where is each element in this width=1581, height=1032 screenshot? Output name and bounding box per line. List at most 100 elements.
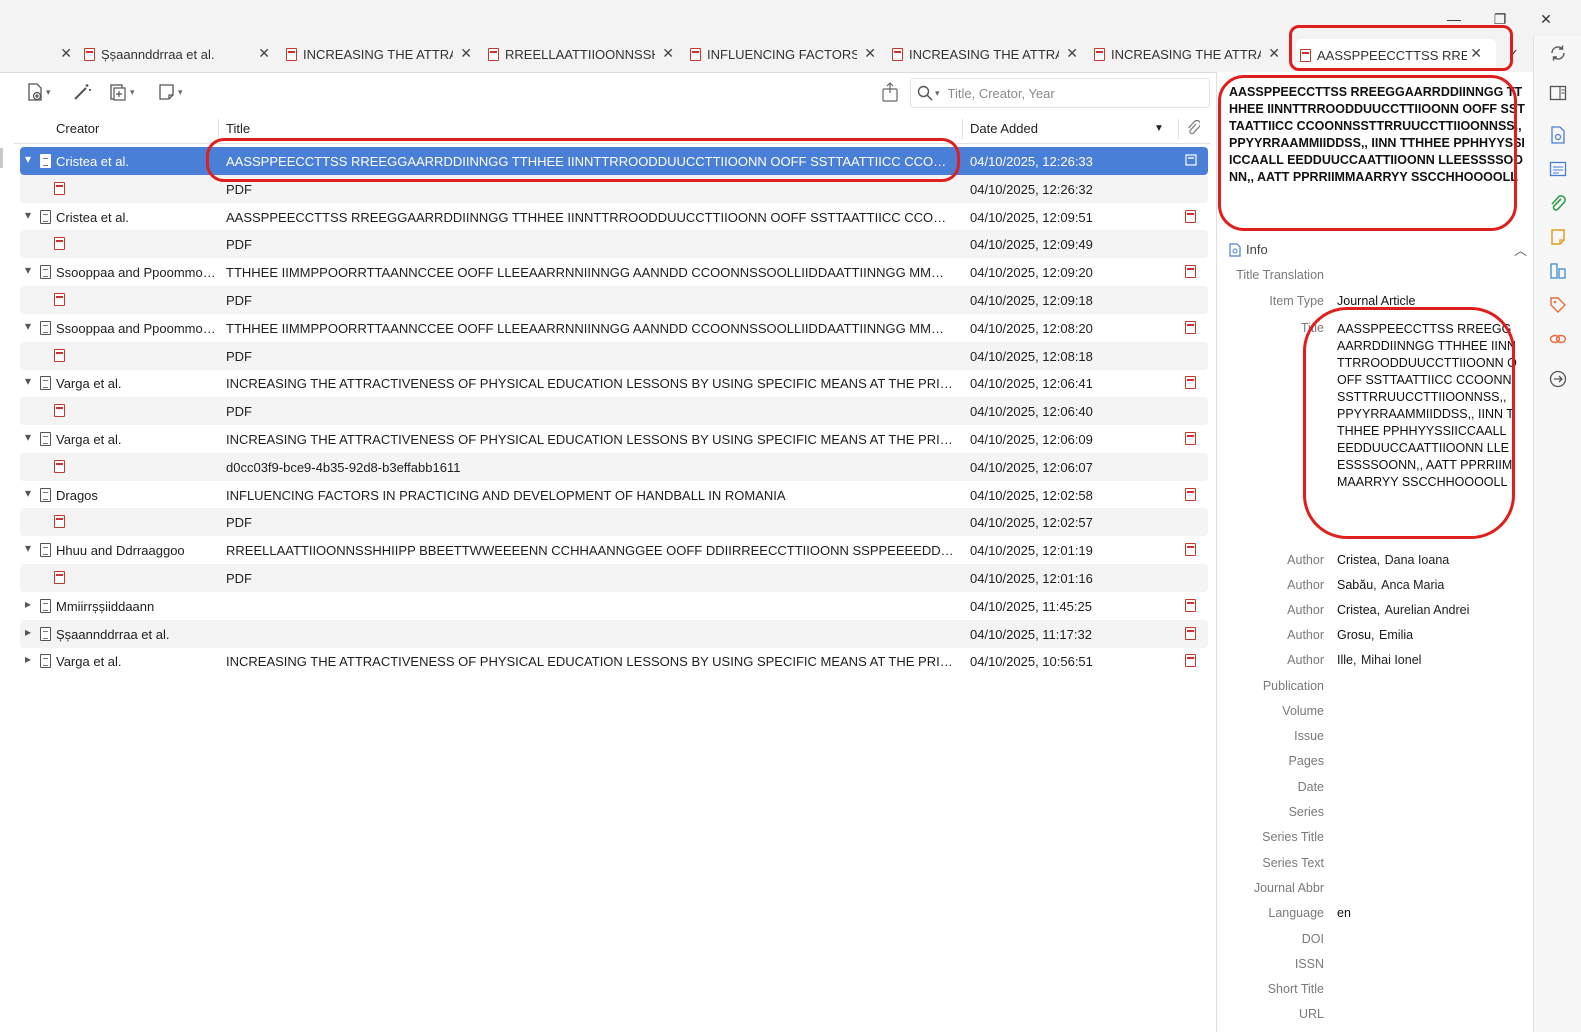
close-icon[interactable]: ✕ <box>864 45 876 62</box>
author-first-name[interactable]: Aurelian Andrei <box>1385 603 1470 617</box>
sync-attachments-button[interactable] <box>880 80 900 104</box>
author-last-name[interactable]: Cristea <box>1337 603 1377 617</box>
nav-notes-button[interactable] <box>1549 228 1567 246</box>
tab-0[interactable]: Șșaannddrraa et al. ✕ <box>84 39 272 69</box>
item-row[interactable]: ▾ Cristea et al. AASSPPEECCTTSS RREEGGAARR… <box>20 203 1208 231</box>
toggle-pane-button[interactable] <box>1549 84 1567 102</box>
author-last-name[interactable]: Sabău <box>1337 578 1373 592</box>
chevron-down-icon[interactable]: ▾ <box>25 430 31 444</box>
nav-locate-button[interactable] <box>1549 370 1567 388</box>
item-row[interactable]: ▾ Varga et al. INCREASING THE ATTRACTIVENE… <box>20 369 1208 397</box>
pdf-attachment-icon[interactable] <box>1185 488 1196 504</box>
column-separator[interactable] <box>962 119 963 139</box>
author-last-name[interactable]: Cristea <box>1337 553 1377 567</box>
attachment-row[interactable]: PDF 04/10/2025, 12:08:18 <box>20 342 1208 370</box>
pdf-attachment-icon[interactable] <box>1185 599 1196 615</box>
chevron-down-icon[interactable]: ▾ <box>25 152 31 166</box>
attachment-column-icon[interactable] <box>1186 119 1202 140</box>
item-date-added: 04/10/2025, 12:01:16 <box>970 571 1093 586</box>
field-value[interactable]: en <box>1337 906 1517 920</box>
column-separator[interactable] <box>1178 119 1179 139</box>
pdf-icon <box>54 515 65 528</box>
item-row[interactable]: ▸ Șșaannddrraa et al. 04/10/2025, 11:17:32 <box>20 620 1208 648</box>
attachment-row[interactable]: PDF 04/10/2025, 12:06:40 <box>20 397 1208 425</box>
nav-abstract-button[interactable] <box>1549 160 1567 178</box>
chevron-up-icon[interactable]: ︿ <box>1514 240 1527 259</box>
author-first-name[interactable]: Anca Maria <box>1381 578 1444 592</box>
attachment-row[interactable]: PDF 04/10/2025, 12:09:18 <box>20 286 1208 314</box>
attachment-row[interactable]: PDF 04/10/2025, 12:02:57 <box>20 508 1208 536</box>
pdf-attachment-icon[interactable] <box>1185 154 1197 169</box>
tab-5[interactable]: INCREASING THE ATTRACTIVENESS ✕ <box>1094 39 1282 69</box>
close-icon[interactable]: ✕ <box>258 45 270 62</box>
field-label: Language <box>1268 906 1324 921</box>
tab-3[interactable]: INFLUENCING FACTORS IN PRACTICING ✕ <box>690 39 878 69</box>
nav-related-button[interactable] <box>1549 330 1567 348</box>
close-window-button[interactable]: ✕ <box>1526 6 1566 32</box>
magic-wand-icon <box>74 84 91 100</box>
item-row[interactable]: ▾ Ssooppaa and Ppoommoorrttaa TTHHEE IIMMP… <box>20 314 1208 342</box>
pdf-attachment-icon[interactable] <box>1185 376 1196 392</box>
close-icon[interactable]: ✕ <box>1268 45 1280 62</box>
chevron-down-icon[interactable]: ▾ <box>25 486 31 500</box>
close-icon[interactable]: ✕ <box>662 45 674 62</box>
item-row[interactable]: ▾ Hhuu and Ddrraaggoo RREELLAATTIIOONNSSHH… <box>20 536 1208 564</box>
column-header-date-added[interactable]: Date Added <box>970 121 1038 136</box>
item-row[interactable]: ▸ Mmiirrșșiiddaann 04/10/2025, 11:45:25 <box>20 592 1208 620</box>
sort-chevron-icon[interactable]: ▼ <box>1154 123 1164 134</box>
author-last-name[interactable]: Ille <box>1337 653 1353 667</box>
new-note-button[interactable]: ▾ <box>158 80 183 104</box>
item-row[interactable]: ▾ Dragos INFLUENCING FACTORS IN PRACTICING… <box>20 481 1208 509</box>
author-first-name[interactable]: Mihai Ionel <box>1361 653 1421 667</box>
column-header-title[interactable]: Title <box>226 121 250 136</box>
item-row[interactable]: ▸ Varga et al. INCREASING THE ATTRACTIVENE… <box>20 647 1208 675</box>
chevron-down-icon[interactable]: ▾ <box>25 263 31 277</box>
chevron-down-icon[interactable]: ▾ <box>25 541 31 555</box>
column-header-creator[interactable]: Creator <box>56 121 99 136</box>
attachment-row[interactable]: PDF 04/10/2025, 12:01:16 <box>20 564 1208 592</box>
author-last-name[interactable]: Grosu <box>1337 628 1371 642</box>
pdf-attachment-icon[interactable] <box>1185 627 1196 643</box>
new-item-button[interactable]: ▾ <box>26 80 51 104</box>
pdf-attachment-icon[interactable] <box>1185 432 1196 448</box>
field-label: Author <box>1287 577 1324 592</box>
item-row[interactable]: ▾ Varga et al. INCREASING THE ATTRACTIVENE… <box>20 425 1208 453</box>
pdf-attachment-icon[interactable] <box>1185 543 1196 559</box>
close-icon[interactable]: ✕ <box>460 45 472 62</box>
author-first-name[interactable]: Dana Ioana <box>1385 553 1450 567</box>
pdf-attachment-icon[interactable] <box>1185 321 1196 337</box>
tab-2[interactable]: RREELLAATTIIOONNSSHHIIPP ✕ <box>488 39 676 69</box>
item-title: AASSPPEECCTTSS RREEGGAARRDDIINNGG TTHHEE… <box>226 210 954 225</box>
search-input[interactable] <box>945 84 1190 102</box>
close-icon[interactable]: ✕ <box>60 45 72 62</box>
info-section-header[interactable]: Info ︿ <box>1229 240 1527 262</box>
item-row[interactable]: ▾ Ssooppaa and Ppoommoorrttaa TTHHEE IIMMP… <box>20 258 1208 286</box>
add-by-identifier-button[interactable] <box>72 80 92 104</box>
add-attachment-button[interactable]: ▾ <box>108 80 135 104</box>
chevron-down-icon[interactable]: ▾ <box>25 374 31 388</box>
author-first-name[interactable]: Emilia <box>1379 628 1413 642</box>
chevron-down-icon[interactable]: ▾ <box>25 319 31 333</box>
field-value[interactable]: Journal Article <box>1337 294 1517 308</box>
nav-libraries-button[interactable] <box>1549 262 1567 280</box>
chevron-right-icon[interactable]: ▸ <box>25 652 31 666</box>
tab-close-first[interactable]: ✕ <box>52 39 74 69</box>
sync-button[interactable] <box>1549 44 1567 62</box>
nav-info-button[interactable] <box>1549 126 1567 144</box>
pdf-attachment-icon[interactable] <box>1185 265 1196 281</box>
tab-4[interactable]: INCREASING THE ATTRACTIVENESS ✕ <box>892 39 1080 69</box>
tab-1[interactable]: INCREASING THE ATTRACTIVENESS OF PHYSICA… <box>286 39 474 69</box>
nav-tags-button[interactable] <box>1549 296 1567 314</box>
attachment-row[interactable]: d0cc03f9-bce9-4b35-92d8-b3effabb1611 04/1… <box>20 453 1208 481</box>
chevron-down-icon[interactable]: ▾ <box>935 88 940 99</box>
column-separator[interactable] <box>218 119 219 139</box>
pdf-attachment-icon[interactable] <box>1185 654 1196 670</box>
search-box[interactable]: ▾ <box>910 78 1210 108</box>
close-icon[interactable]: ✕ <box>1066 45 1078 62</box>
attachment-row[interactable]: PDF 04/10/2025, 12:09:49 <box>20 230 1208 258</box>
nav-attachments-button[interactable] <box>1549 194 1567 212</box>
pdf-attachment-icon[interactable] <box>1185 210 1196 226</box>
chevron-right-icon[interactable]: ▸ <box>25 625 31 639</box>
chevron-down-icon[interactable]: ▾ <box>25 208 31 222</box>
chevron-right-icon[interactable]: ▸ <box>25 597 31 611</box>
